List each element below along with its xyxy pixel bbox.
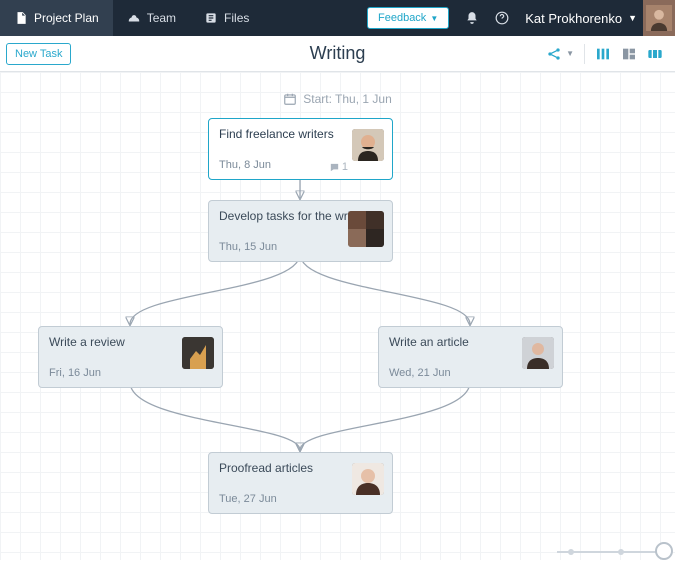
avatar-icon: [646, 5, 672, 31]
project-canvas[interactable]: Start: Thu, 1 Jun Find freelance writers…: [0, 72, 675, 560]
feedback-button[interactable]: Feedback ▼: [367, 7, 449, 29]
feedback-label: Feedback: [378, 12, 426, 24]
assignee-avatar[interactable]: [352, 463, 384, 495]
caret-down-icon: ▼: [628, 13, 637, 23]
caret-down-icon: ▼: [430, 14, 438, 23]
user-avatar[interactable]: [643, 0, 675, 36]
view-timeline-button[interactable]: [647, 46, 663, 62]
start-date-label: Start: Thu, 1 Jun: [0, 92, 675, 106]
share-button[interactable]: ▼: [546, 46, 574, 62]
nav-project-plan-label: Project Plan: [34, 11, 99, 25]
caret-down-icon: ▼: [566, 49, 574, 58]
view-board-button[interactable]: [621, 46, 637, 62]
comment-icon: [329, 162, 340, 173]
files-icon: [204, 11, 218, 25]
assignee-avatar[interactable]: [522, 337, 554, 369]
nav-team[interactable]: Team: [113, 0, 190, 36]
calendar-icon: [283, 92, 297, 106]
help-button[interactable]: [487, 0, 517, 36]
board-icon: [621, 46, 637, 62]
team-icon: [127, 11, 141, 25]
task-node-develop-tasks[interactable]: Develop tasks for the writers Thu, 15 Ju…: [208, 200, 393, 262]
task-node-find-freelance-writers[interactable]: Find freelance writers Thu, 8 Jun 1: [208, 118, 393, 180]
task-node-write-review[interactable]: Write a review Fri, 16 Jun: [38, 326, 223, 388]
bell-icon: [465, 11, 479, 25]
assignee-avatar[interactable]: [182, 337, 214, 369]
project-plan-icon: [14, 11, 28, 25]
help-icon: [495, 11, 509, 25]
sub-toolbar: New Task Writing ▼: [0, 36, 675, 72]
zoom-slider[interactable]: [557, 542, 667, 562]
timeline-icon: [647, 46, 663, 62]
new-task-button[interactable]: New Task: [6, 43, 71, 65]
task-node-proofread[interactable]: Proofread articles Tue, 27 Jun: [208, 452, 393, 514]
user-menu[interactable]: Kat Prokhorenko ▼: [517, 0, 643, 36]
nav-files[interactable]: Files: [190, 0, 263, 36]
zoom-handle[interactable]: [655, 542, 673, 560]
user-name: Kat Prokhorenko: [525, 11, 622, 26]
view-columns-button[interactable]: [595, 46, 611, 62]
nav-project-plan[interactable]: Project Plan: [0, 0, 113, 36]
task-node-write-article[interactable]: Write an article Wed, 21 Jun: [378, 326, 563, 388]
task-comments[interactable]: 1: [329, 161, 348, 173]
assignee-avatar[interactable]: [352, 129, 384, 161]
share-icon: [546, 46, 562, 62]
nav-files-label: Files: [224, 11, 249, 25]
top-navbar: Project Plan Team Files Feedback ▼ Kat P…: [0, 0, 675, 36]
nav-team-label: Team: [147, 11, 176, 25]
notifications-button[interactable]: [457, 0, 487, 36]
columns-icon: [595, 46, 611, 62]
assignee-avatars[interactable]: [348, 211, 384, 247]
